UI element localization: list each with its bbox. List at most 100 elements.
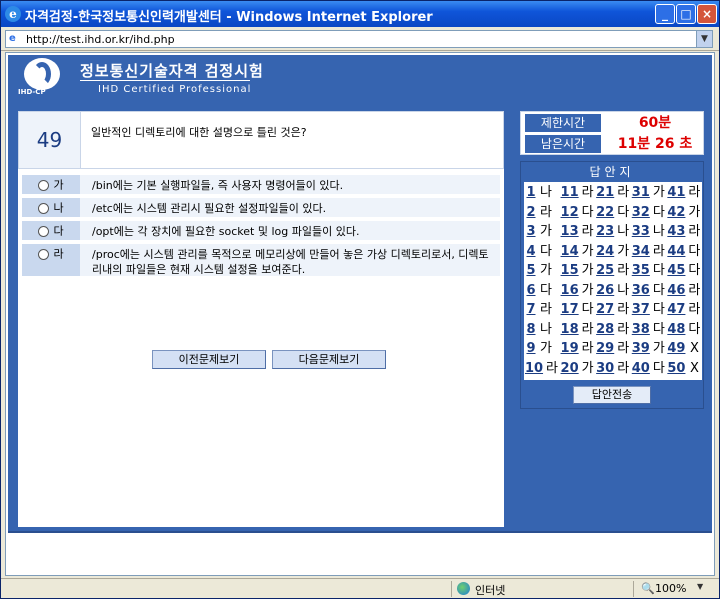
option-2-select[interactable]: 나 xyxy=(22,198,80,217)
title-bar[interactable]: e 자격검정-한국정보통신인력개발센터 - Windows Internet E… xyxy=(1,1,719,27)
answer-number-link[interactable]: 31 xyxy=(631,183,651,202)
radio-icon[interactable] xyxy=(38,248,50,260)
answer-number-link[interactable]: 21 xyxy=(595,183,615,202)
answer-number-link[interactable]: 23 xyxy=(595,222,615,241)
answer-cell[interactable]: 28 라 xyxy=(595,320,631,339)
answer-cell[interactable]: 1나 xyxy=(524,183,560,202)
answer-cell[interactable]: 19 라 xyxy=(560,339,596,358)
answer-number-link[interactable]: 8 xyxy=(524,320,538,339)
answer-number-link[interactable]: 7 xyxy=(524,300,538,319)
answer-cell[interactable]: 46 라 xyxy=(666,281,702,300)
answer-number-link[interactable]: 22 xyxy=(595,203,615,222)
answer-number-link[interactable]: 12 xyxy=(560,203,580,222)
answer-number-link[interactable]: 17 xyxy=(560,300,580,319)
answer-cell[interactable]: 21 라 xyxy=(595,183,631,202)
answer-number-link[interactable]: 6 xyxy=(524,281,538,300)
option-1[interactable]: 가 /bin에는 기본 실행파일들, 즉 사용자 명령어들이 있다. xyxy=(22,175,500,194)
zoom-dropdown-icon[interactable]: ▼ xyxy=(697,582,703,591)
answer-cell[interactable]: 2라 xyxy=(524,203,560,222)
answer-number-link[interactable]: 41 xyxy=(666,183,686,202)
answer-number-link[interactable]: 40 xyxy=(631,359,651,378)
answer-number-link[interactable]: 38 xyxy=(631,320,651,339)
answer-cell[interactable]: 13 라 xyxy=(560,222,596,241)
answer-cell[interactable]: 34 라 xyxy=(631,242,667,261)
answer-number-link[interactable]: 32 xyxy=(631,203,651,222)
answer-cell[interactable]: 22 다 xyxy=(595,203,631,222)
answer-cell[interactable]: 33 나 xyxy=(631,222,667,241)
answer-cell[interactable]: 7라 xyxy=(524,300,560,319)
answer-cell[interactable]: 23 나 xyxy=(595,222,631,241)
answer-number-link[interactable]: 1 xyxy=(524,183,538,202)
answer-cell[interactable]: 14 가 xyxy=(560,242,596,261)
answer-cell[interactable]: 36 다 xyxy=(631,281,667,300)
answer-cell[interactable]: 42 가 xyxy=(666,203,702,222)
answer-number-link[interactable]: 25 xyxy=(595,261,615,280)
answer-number-link[interactable]: 15 xyxy=(560,261,580,280)
answer-cell[interactable]: 25 라 xyxy=(595,261,631,280)
answer-cell[interactable]: 50 X xyxy=(666,359,702,378)
answer-number-link[interactable]: 43 xyxy=(666,222,686,241)
answer-number-link[interactable]: 5 xyxy=(524,261,538,280)
answer-cell[interactable]: 48 다 xyxy=(666,320,702,339)
answer-cell[interactable]: 30 라 xyxy=(595,359,631,378)
answer-cell[interactable]: 40 다 xyxy=(631,359,667,378)
answer-number-link[interactable]: 11 xyxy=(560,183,580,202)
minimize-button[interactable]: _ xyxy=(655,4,675,24)
prev-question-button[interactable]: 이전문제보기 xyxy=(152,350,266,369)
answer-number-link[interactable]: 29 xyxy=(595,339,615,358)
answer-number-link[interactable]: 44 xyxy=(666,242,686,261)
answer-number-link[interactable]: 49 xyxy=(666,339,686,358)
option-4-select[interactable]: 라 xyxy=(22,244,80,276)
answer-number-link[interactable]: 42 xyxy=(666,203,686,222)
answer-number-link[interactable]: 46 xyxy=(666,281,686,300)
answer-number-link[interactable]: 26 xyxy=(595,281,615,300)
answer-number-link[interactable]: 28 xyxy=(595,320,615,339)
answer-number-link[interactable]: 10 xyxy=(524,359,544,378)
answer-cell[interactable]: 11 라 xyxy=(560,183,596,202)
submit-answers-button[interactable]: 답안전송 xyxy=(573,386,651,404)
answer-cell[interactable]: 31 가 xyxy=(631,183,667,202)
answer-cell[interactable]: 26 나 xyxy=(595,281,631,300)
answer-cell[interactable]: 45 다 xyxy=(666,261,702,280)
option-3-select[interactable]: 다 xyxy=(22,221,80,240)
answer-cell[interactable]: 24 가 xyxy=(595,242,631,261)
zoom-icon[interactable]: 🔍 xyxy=(641,582,655,595)
answer-number-link[interactable]: 16 xyxy=(560,281,580,300)
answer-number-link[interactable]: 9 xyxy=(524,339,538,358)
answer-cell[interactable]: 29 라 xyxy=(595,339,631,358)
option-1-select[interactable]: 가 xyxy=(22,175,80,194)
answer-number-link[interactable]: 4 xyxy=(524,242,538,261)
answer-cell[interactable]: 8나 xyxy=(524,320,560,339)
zoom-level[interactable]: 100% xyxy=(655,582,686,595)
option-2[interactable]: 나 /etc에는 시스템 관리시 필요한 설정파일들이 있다. xyxy=(22,198,500,217)
answer-cell[interactable]: 9가 xyxy=(524,339,560,358)
answer-number-link[interactable]: 48 xyxy=(666,320,686,339)
answer-number-link[interactable]: 3 xyxy=(524,222,538,241)
answer-cell[interactable]: 37 다 xyxy=(631,300,667,319)
answer-cell[interactable]: 44 다 xyxy=(666,242,702,261)
answer-number-link[interactable]: 14 xyxy=(560,242,580,261)
answer-number-link[interactable]: 39 xyxy=(631,339,651,358)
close-button[interactable]: × xyxy=(697,4,717,24)
address-dropdown-icon[interactable]: ▼ xyxy=(696,31,712,47)
radio-icon[interactable] xyxy=(38,179,50,191)
answer-cell[interactable]: 12 다 xyxy=(560,203,596,222)
answer-cell[interactable]: 17 다 xyxy=(560,300,596,319)
answer-number-link[interactable]: 37 xyxy=(631,300,651,319)
answer-cell[interactable]: 10 라 xyxy=(524,359,560,378)
answer-number-link[interactable]: 47 xyxy=(666,300,686,319)
answer-cell[interactable]: 41 라 xyxy=(666,183,702,202)
option-4[interactable]: 라 /proc에는 시스템 관리를 목적으로 메모리상에 만들어 놓은 가상 디… xyxy=(22,244,500,276)
answer-number-link[interactable]: 27 xyxy=(595,300,615,319)
answer-cell[interactable]: 6다 xyxy=(524,281,560,300)
answer-number-link[interactable]: 36 xyxy=(631,281,651,300)
answer-cell[interactable]: 5가 xyxy=(524,261,560,280)
answer-number-link[interactable]: 50 xyxy=(666,359,686,378)
radio-icon[interactable] xyxy=(38,202,50,214)
answer-cell[interactable]: 32 다 xyxy=(631,203,667,222)
answer-cell[interactable]: 35 다 xyxy=(631,261,667,280)
answer-cell[interactable]: 18 라 xyxy=(560,320,596,339)
answer-number-link[interactable]: 30 xyxy=(595,359,615,378)
answer-number-link[interactable]: 18 xyxy=(560,320,580,339)
answer-cell[interactable]: 3가 xyxy=(524,222,560,241)
